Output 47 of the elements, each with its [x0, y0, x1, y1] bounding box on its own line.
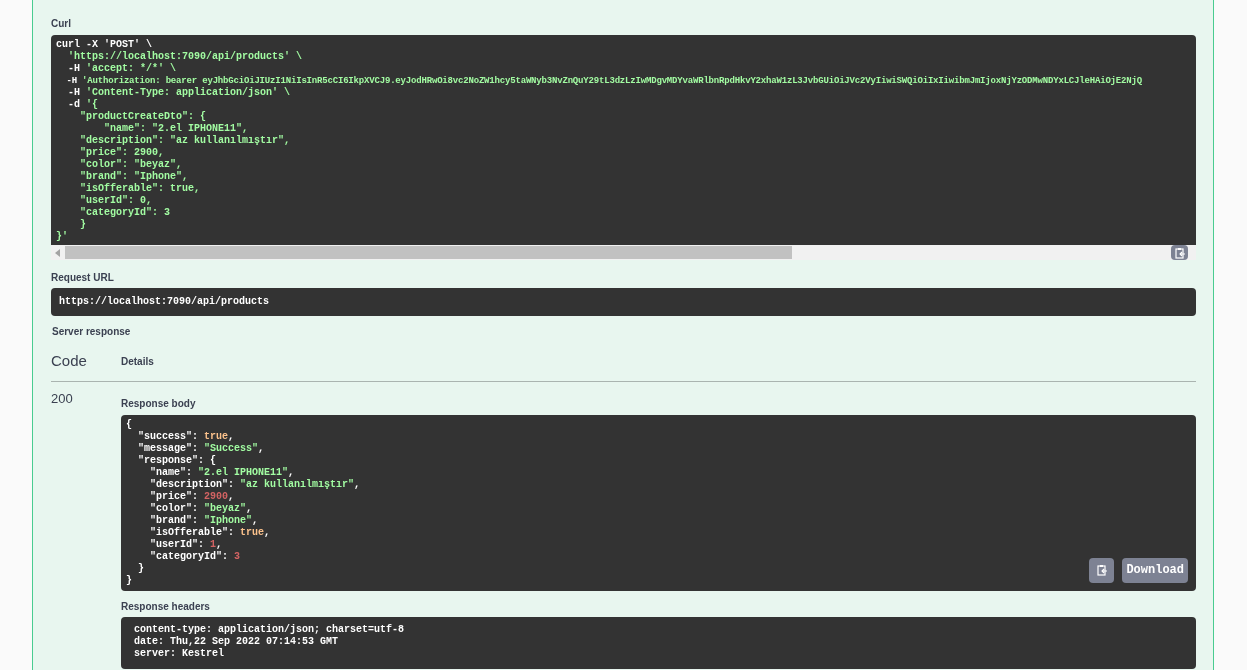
code-line: }' [56, 231, 68, 243]
code-line: "price": 2900, [149, 490, 235, 503]
section-label: Response headers [121, 599, 210, 614]
copy-button[interactable] [1089, 557, 1115, 583]
header-line: date: Thu,22 Sep 2022 07:14:53 GMT [134, 635, 339, 648]
code-line: "userId": 1, [149, 538, 223, 551]
code-line: "price": 2900, [79, 147, 165, 159]
code-line: "name": "2.el IPHONE11", [103, 123, 249, 135]
url-block: https://localhost:7090/api/products [51, 288, 1196, 316]
copy-icon [1173, 246, 1186, 259]
code-line: "isOfferable": true, [149, 526, 271, 539]
code-line: "color": "beyaz", [79, 159, 183, 171]
header-line: server: Kestrel [134, 647, 224, 660]
code-line: curl -X 'POST' \ [56, 39, 152, 51]
header-line: content-type: application/json; charset=utf-8 [134, 623, 405, 636]
code-line: -H 'Content-Type: application/json' \ [67, 87, 291, 99]
section-label: Curl [51, 17, 71, 31]
section-label: Request URL [51, 271, 114, 285]
code-line: "brand": "Iphone", [149, 514, 259, 527]
column-header: Code [51, 351, 88, 371]
column-header: Details [121, 354, 154, 369]
copy-icon [1095, 564, 1108, 576]
code-line: "userId": 0, [79, 195, 152, 207]
code-line: -H 'Authorization: bearer eyJhbGciOiJIUzI1NiIsInR5cCI6IkpXVCJ9.eyJodHRwOi8vc2NoZW1hcy5taWNyb3NvZnQuY29tL3dzLzIwMDgvMDYvaWRlbnRpdHkvY2xhaW1zL3JvbGUiOiJVc2VyIiwiSWQiOiIxIiwibmJmIjoxNjYzODMwNDYxLCJleHAiOjE2NjQ [65, 75, 1142, 87]
code-line: { [126, 418, 132, 431]
code-line: } [79, 219, 86, 231]
code-line: "description": "az kullanılmıştır", [79, 135, 291, 147]
code-line: -H 'accept: */*' \ [67, 63, 177, 75]
code-line: "name": "2.el IPHONE11", [149, 466, 295, 479]
code-line: -d '{ [67, 99, 99, 111]
code-line: "brand": "Iphone", [79, 171, 189, 183]
code-line: 'https://localhost:7090/api/products' \ [67, 51, 303, 63]
code-line: "description": "az kullanılmıştır", [149, 478, 361, 491]
code-line: } [126, 574, 132, 587]
status-code: 200 [51, 389, 74, 408]
code-line: "isOfferable": true, [79, 183, 201, 195]
code-line: "categoryId": 3 [79, 207, 171, 219]
code-line: "categoryId": 3 [149, 550, 241, 563]
code-line: "color": "beyaz", [149, 502, 253, 515]
code-line: } [137, 562, 144, 575]
code-line: "response": { [137, 454, 216, 467]
section-label: Server response [52, 325, 131, 339]
code-line: "success": true, [137, 430, 235, 443]
code-line: "productCreateDto": { [79, 111, 207, 123]
code-line: "message": "Success", [137, 442, 265, 455]
download-button[interactable]: Download [1122, 557, 1188, 583]
section-label: Response body [121, 396, 196, 411]
